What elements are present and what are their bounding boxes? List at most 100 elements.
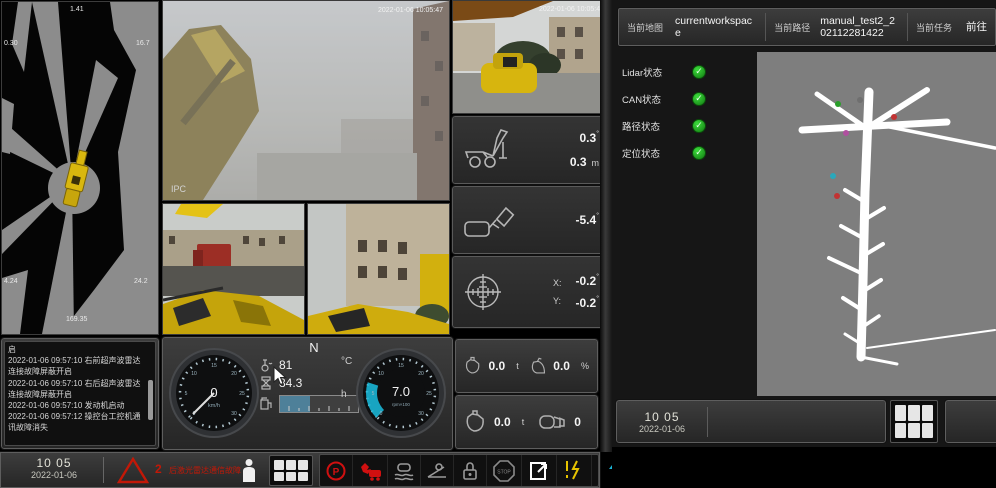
svg-text:10: 10 bbox=[378, 371, 384, 377]
current-path-value: manual_test2_202112281422 bbox=[820, 15, 899, 39]
bottom-filler bbox=[612, 447, 996, 488]
log-scrollbar[interactable] bbox=[148, 380, 153, 420]
mission-header: 当前地图 currentworkspace 当前路径 manual_test2_… bbox=[618, 8, 996, 46]
status-bar: 10 05 2022-01-06 2 后激光雷达通信故障 P bbox=[0, 452, 600, 488]
coolant-temp-icon bbox=[259, 358, 273, 372]
side-button[interactable] bbox=[945, 400, 996, 443]
payload-weight-unit: t bbox=[516, 361, 519, 371]
system-status-list: Lidar状态 ✓ CAN状态 ✓ 路径状态 ✓ 定位状态 ✓ bbox=[622, 58, 742, 166]
waypoint-marker-red bbox=[834, 193, 840, 199]
clock-time: 10 05 bbox=[11, 456, 97, 470]
electrical-fault-icon[interactable] bbox=[557, 455, 592, 486]
tilt-y-value: -0.2 bbox=[576, 296, 597, 310]
total-load-panel: 0.0 t 0 bbox=[455, 395, 598, 449]
svg-text:5: 5 bbox=[185, 391, 188, 397]
status-row-can: CAN状态 ✓ bbox=[622, 85, 742, 112]
event-log-panel[interactable]: 启 2022-01-06 09:57:10 右前超声波雷达连接故障屏蔽开启 20… bbox=[1, 338, 159, 449]
clock-block: 10 05 2022-01-06 bbox=[11, 456, 97, 480]
waypoint-marker-magenta bbox=[843, 130, 849, 136]
indicator-toolbar: P bbox=[319, 454, 599, 487]
clock-date: 2022-01-06 bbox=[11, 470, 97, 480]
parking-brake-icon[interactable]: P bbox=[320, 455, 353, 486]
svg-text:25: 25 bbox=[239, 391, 245, 397]
bucket-fill-unit: % bbox=[581, 361, 589, 371]
global-route-map[interactable] bbox=[757, 52, 996, 396]
bucket-weight-icon bbox=[464, 409, 488, 435]
global-route-map-canvas bbox=[757, 52, 996, 396]
boom-angle-unit: ° bbox=[596, 131, 599, 138]
map-coord-label: 16.7 bbox=[136, 40, 150, 47]
map-coord-label: 1.41 bbox=[70, 6, 84, 13]
layout-grid-button[interactable] bbox=[269, 455, 313, 486]
waypoint-marker-cyan bbox=[830, 173, 836, 179]
bucket-angle-unit: ° bbox=[596, 213, 599, 220]
map-coord-label: 169.35 bbox=[66, 316, 87, 323]
local-lidar-map[interactable]: 1.41 0.30 16.7 4.24 24.2 169.35 bbox=[1, 1, 159, 335]
bucket-angle-value: -5.4 bbox=[576, 213, 597, 227]
status-ok-icon: ✓ bbox=[692, 92, 706, 106]
tilt-x-label: X: bbox=[553, 278, 562, 288]
map-coord-label: 24.2 bbox=[134, 278, 148, 285]
loader-boom-icon bbox=[463, 128, 515, 172]
camera-front-right[interactable] bbox=[307, 203, 450, 335]
slip-warning-icon[interactable] bbox=[388, 455, 421, 486]
bucket-tilt-icon bbox=[463, 198, 515, 242]
svg-text:rpm×100: rpm×100 bbox=[392, 402, 410, 407]
tilt-y-label: Y: bbox=[553, 296, 562, 306]
tilt-y-unit: ° bbox=[596, 296, 599, 303]
implement-lock-icon[interactable] bbox=[454, 455, 487, 486]
waypoint-marker-green bbox=[835, 101, 841, 107]
divider bbox=[907, 13, 908, 41]
mission-panel: 当前地图 currentworkspace 当前路径 manual_test2_… bbox=[612, 0, 996, 488]
svg-text:30: 30 bbox=[231, 411, 237, 417]
waypoint-marker-red bbox=[891, 114, 897, 120]
current-task-value: 前往 bbox=[966, 21, 987, 33]
status-ok-icon: ✓ bbox=[692, 119, 706, 133]
camera-front-right-scene bbox=[308, 204, 449, 334]
log-line: 2022-01-06 09:57:10 发动机启动 bbox=[8, 400, 145, 411]
stop-icon[interactable]: STOP bbox=[487, 455, 522, 486]
svg-text:STOP: STOP bbox=[497, 469, 511, 475]
camera-front-left[interactable] bbox=[162, 203, 305, 335]
camera-main-front[interactable]: 2022-01-06 10:05:47 IPC bbox=[162, 0, 450, 201]
status-ok-icon: ✓ bbox=[692, 65, 706, 79]
bucket-fill-icon bbox=[529, 353, 548, 379]
tilt-x-value: -0.2 bbox=[576, 274, 597, 288]
bucket-count-value: 0 bbox=[574, 415, 581, 429]
layout-grid-button[interactable] bbox=[890, 400, 938, 443]
svg-text:15: 15 bbox=[211, 363, 217, 369]
log-line: 2022-01-06 09:57:10 右后超声波雷达连接故障屏蔽开启 bbox=[8, 378, 145, 400]
current-map-value: currentworkspace bbox=[675, 15, 757, 39]
gear-indicator: N bbox=[259, 340, 369, 355]
rpm-gauge: 0 5 10 15 20 25 30 7.0 rpm×100 bbox=[356, 348, 446, 438]
camera-main-scene bbox=[163, 1, 449, 200]
status-row-localization: 定位状态 ✓ bbox=[622, 139, 742, 166]
svg-text:P: P bbox=[333, 467, 340, 478]
svg-text:5: 5 bbox=[372, 391, 375, 397]
svg-text:10: 10 bbox=[191, 371, 197, 377]
warning-triangle-icon bbox=[117, 457, 149, 484]
ramp-warning-icon[interactable] bbox=[421, 455, 454, 486]
operator-icon[interactable] bbox=[241, 458, 257, 483]
total-load-unit: t bbox=[522, 417, 525, 427]
collision-warning-icon[interactable] bbox=[353, 455, 388, 486]
door-exit-icon[interactable] bbox=[522, 455, 557, 486]
total-load-value: 0.0 bbox=[494, 415, 511, 429]
speed-gauge: 0 5 10 15 20 25 30 0 km/h bbox=[169, 348, 259, 438]
mission-clock-date: 2022-01-06 bbox=[617, 424, 707, 434]
mouse-cursor bbox=[273, 366, 287, 386]
bucket-weight-icon bbox=[464, 353, 483, 379]
camera-rear[interactable]: 2022-01-06 10:05:47 bbox=[452, 0, 610, 114]
divider bbox=[765, 13, 766, 41]
camera-rear-scene bbox=[453, 1, 609, 113]
fuel-icon bbox=[259, 397, 273, 411]
boom-status-panel: 0.3° 0.3m bbox=[452, 116, 610, 184]
bucket-count-icon bbox=[538, 410, 568, 434]
boom-height-unit: m bbox=[592, 158, 600, 168]
map-coord-label: 4.24 bbox=[4, 278, 18, 285]
camera-timestamp: 2022-01-06 10:05:47 bbox=[378, 7, 443, 14]
status-ok-icon: ✓ bbox=[692, 146, 706, 160]
svg-text:km/h: km/h bbox=[208, 403, 220, 409]
current-task-label: 当前任务 bbox=[916, 21, 952, 34]
bucket-fill-value: 0.0 bbox=[553, 359, 570, 373]
